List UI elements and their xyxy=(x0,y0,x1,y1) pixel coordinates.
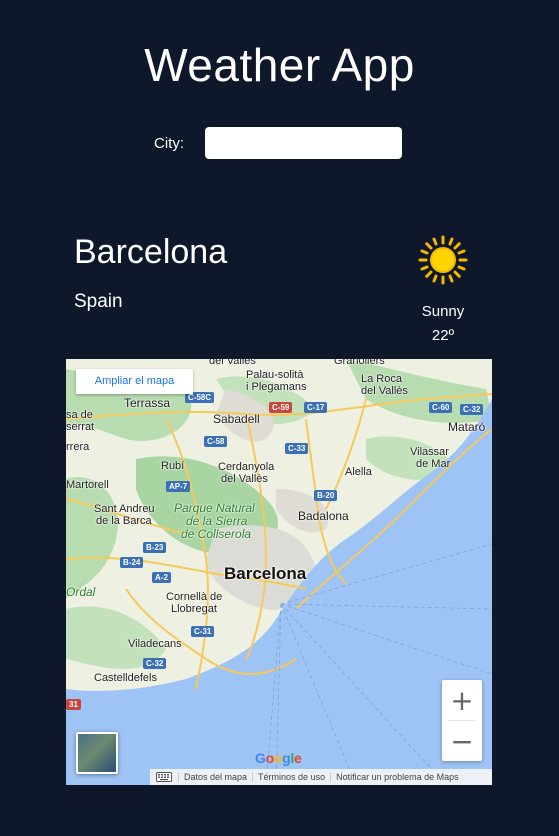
map-label-demar: de Mar xyxy=(416,458,451,470)
zoom-in-button[interactable]: + xyxy=(442,680,482,720)
city-label: City: xyxy=(154,135,184,152)
road-badge: C-58 xyxy=(204,436,228,447)
road-badge: B-23 xyxy=(143,542,167,553)
report-problem-link[interactable]: Notificar un problema de Maps xyxy=(330,772,464,782)
road-badge: B-20 xyxy=(314,490,338,501)
road-badge: C-60 xyxy=(429,402,453,413)
map-label-viladecans: Viladecans xyxy=(128,638,182,650)
map-label-parque3: de Collserola xyxy=(181,527,252,541)
map-label-rubi: Rubí xyxy=(161,460,185,472)
map-label-cerdanyola: Cerdanyola xyxy=(218,461,275,473)
google-logo-o2: o xyxy=(273,750,283,766)
road-badge: C-33 xyxy=(285,443,309,454)
road-badge: A-2 xyxy=(152,572,171,583)
zoom-control: + − xyxy=(442,680,482,761)
google-logo-o1: o xyxy=(265,750,275,766)
map-label-delabarca: de la Barca xyxy=(96,515,152,527)
city-input[interactable] xyxy=(205,127,402,159)
map-label-alella: Alella xyxy=(345,466,372,478)
map-label-barcelona: Barcelona xyxy=(224,564,307,583)
app-title: Weather App xyxy=(144,39,415,91)
map-label-santandreu: Sant Andreu xyxy=(94,503,155,515)
road-badge: C-32 xyxy=(143,658,167,669)
google-logo-e: e xyxy=(293,750,302,766)
keyboard-shortcuts-icon[interactable] xyxy=(150,772,178,782)
map-label-sa-de: sa de xyxy=(66,409,93,421)
sun-icon xyxy=(418,235,468,285)
road-badge: B-24 xyxy=(120,557,144,568)
terms-link[interactable]: Términos de uso xyxy=(252,772,330,782)
map-label-terrassa: Terrassa xyxy=(124,396,171,410)
google-logo-g: G xyxy=(255,750,266,766)
map-label-palau: Palau-solità xyxy=(246,369,304,381)
zoom-out-button[interactable]: − xyxy=(442,721,482,761)
road-badge: 31 xyxy=(66,699,81,710)
map-label-martorell: Martorell xyxy=(66,479,109,491)
country-name: Spain xyxy=(74,291,123,312)
map-label-laroca: La Roca xyxy=(361,373,402,385)
map-label-rrera: rrera xyxy=(66,441,90,453)
map-data-link[interactable]: Datos del mapa xyxy=(178,772,252,782)
temperature: 22º xyxy=(431,327,455,344)
road-badge: C-17 xyxy=(304,402,328,413)
map-label-sabadell: Sabadell xyxy=(213,412,260,426)
map-label-cerdanyola2: del Vallès xyxy=(221,473,268,485)
map-label-cornella: Cornellà de xyxy=(166,591,223,603)
weather-condition: Sunny xyxy=(421,303,465,320)
road-badge: C-59 xyxy=(269,402,293,413)
map-label-castelldefels: Castelldefels xyxy=(94,672,157,684)
map-label-mataro: Mataró xyxy=(448,420,486,434)
map-label: del Valles xyxy=(209,359,256,367)
map-label-ordal: Ordal xyxy=(66,585,96,599)
road-badge: C-31 xyxy=(191,626,215,637)
satellite-layer-button[interactable] xyxy=(76,732,118,774)
map-label-delvalles: del Vallès xyxy=(361,385,408,397)
map-label-vilassar: Vilassar xyxy=(410,446,449,458)
road-badge: AP-7 xyxy=(166,481,191,492)
enlarge-map-link[interactable]: Ampliar el mapa xyxy=(76,369,193,394)
google-logo: Google xyxy=(255,750,302,766)
map-label-badalona: Badalona xyxy=(298,509,349,523)
map-label-serrat: serrat xyxy=(66,421,95,433)
map-attribution-bar: Datos del mapa Términos de uso Notificar… xyxy=(150,769,492,785)
map-label-parque2: de la Sierra xyxy=(186,514,248,528)
map-label-parque1: Parque Natural xyxy=(174,501,255,515)
map-label-plegamans: i Plegamans xyxy=(246,381,307,393)
map-label-granollers: Granollers xyxy=(334,359,385,367)
map-label-llobregat: Llobregat xyxy=(171,603,217,615)
road-badge: C-32 xyxy=(460,404,484,415)
city-name: Barcelona xyxy=(74,233,228,271)
map[interactable]: del Valles Granollers Palau-solità i Ple… xyxy=(66,359,492,785)
